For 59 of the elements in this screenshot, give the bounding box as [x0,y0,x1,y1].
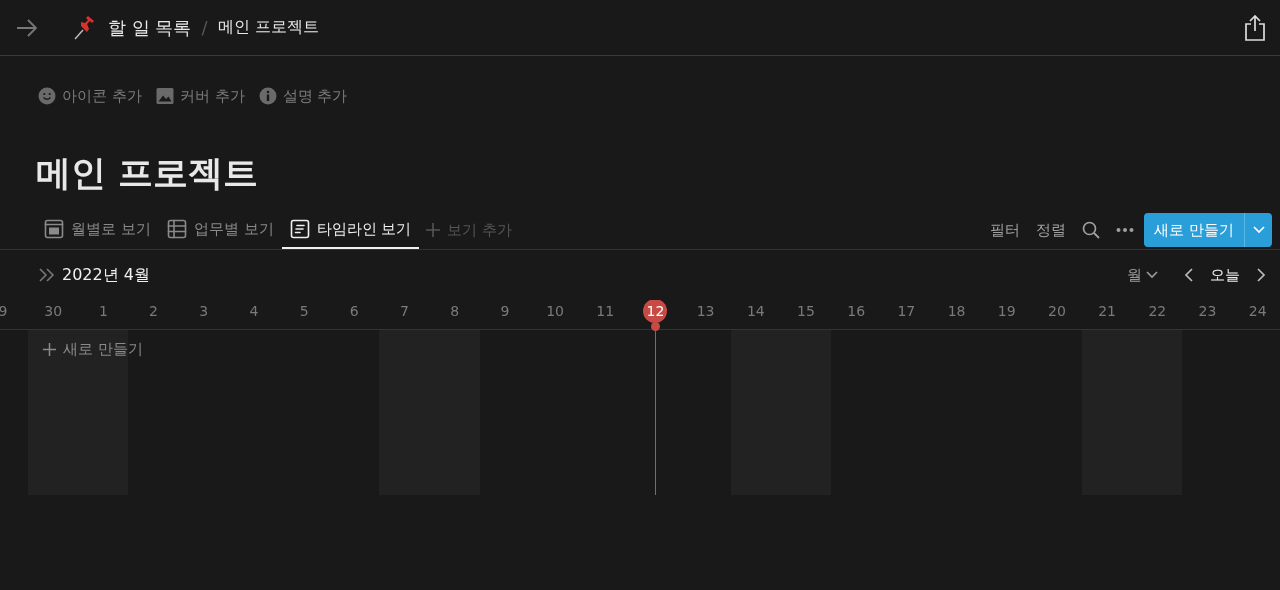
double-chevron-icon[interactable] [38,268,56,282]
view-tab[interactable]: 타임라인 보기 [281,211,420,249]
day-label: 21 [1097,302,1118,321]
more-icon[interactable] [1116,227,1135,233]
new-item-button[interactable]: 새로 만들기 [42,340,143,359]
chevron-down-icon [1146,271,1158,279]
page-title: 메인 프로젝트 [36,152,259,195]
day-label: 9 [0,302,9,321]
table-icon [166,219,187,239]
plus-icon [42,342,57,357]
day-label: 19 [996,302,1017,321]
scale-dropdown[interactable]: 월 [1127,265,1158,285]
day-label: 15 [796,302,816,321]
sort-button[interactable]: 정렬 [1036,220,1067,240]
day-label: 8 [449,302,461,321]
search-icon[interactable] [1082,221,1101,239]
day-label: 23 [1197,302,1218,321]
day-label: 16 [846,302,867,321]
day-label: 22 [1147,302,1168,321]
today-button[interactable]: 오늘 [1210,265,1240,285]
day-label: 12 [643,300,668,323]
image-icon [155,87,174,105]
chevron-down-icon [1252,226,1265,234]
day-label: 7 [399,302,410,321]
day-label: 5 [298,302,310,321]
day-label: 20 [1047,302,1067,321]
next-icon[interactable] [1256,268,1266,282]
view-tab[interactable]: 월별로 보기 [36,211,159,249]
day-label: 30 [43,302,64,321]
day-label: 9 [499,302,511,321]
day-label: 13 [695,302,716,321]
day-label: 17 [896,302,917,321]
filter-button[interactable]: 필터 [990,220,1021,240]
forward-arrow-icon[interactable] [16,18,38,37]
day-label: 11 [595,302,616,321]
day-label: 10 [545,302,565,321]
day-label: 3 [198,302,210,321]
breadcrumb-link[interactable]: 할 일 목록 [108,15,192,40]
timeline-icon [289,219,310,239]
plus-icon [425,222,442,238]
day-label: 1 [97,302,109,321]
smiley-icon [38,87,56,105]
day-label: 14 [745,302,766,321]
day-label: 4 [248,302,260,321]
page-action-button[interactable]: 설명 추가 [258,86,348,106]
breadcrumb-separator: / [201,17,208,38]
page-action-button[interactable]: 아이콘 추가 [38,86,142,106]
page-action-button[interactable]: 커버 추가 [155,86,245,106]
breadcrumb-current[interactable]: 메인 프로젝트 [217,17,319,38]
month-label: 2022년 4월 [62,264,150,286]
share-icon[interactable] [1244,14,1266,41]
day-label: 24 [1247,302,1268,321]
view-tab[interactable]: 업무별 보기 [158,211,282,249]
day-label: 18 [946,302,967,321]
day-label: 2 [148,302,159,321]
calendar-icon [44,219,64,239]
day-label: 6 [348,302,360,321]
info-icon [258,87,277,105]
previous-icon[interactable] [1184,268,1194,282]
